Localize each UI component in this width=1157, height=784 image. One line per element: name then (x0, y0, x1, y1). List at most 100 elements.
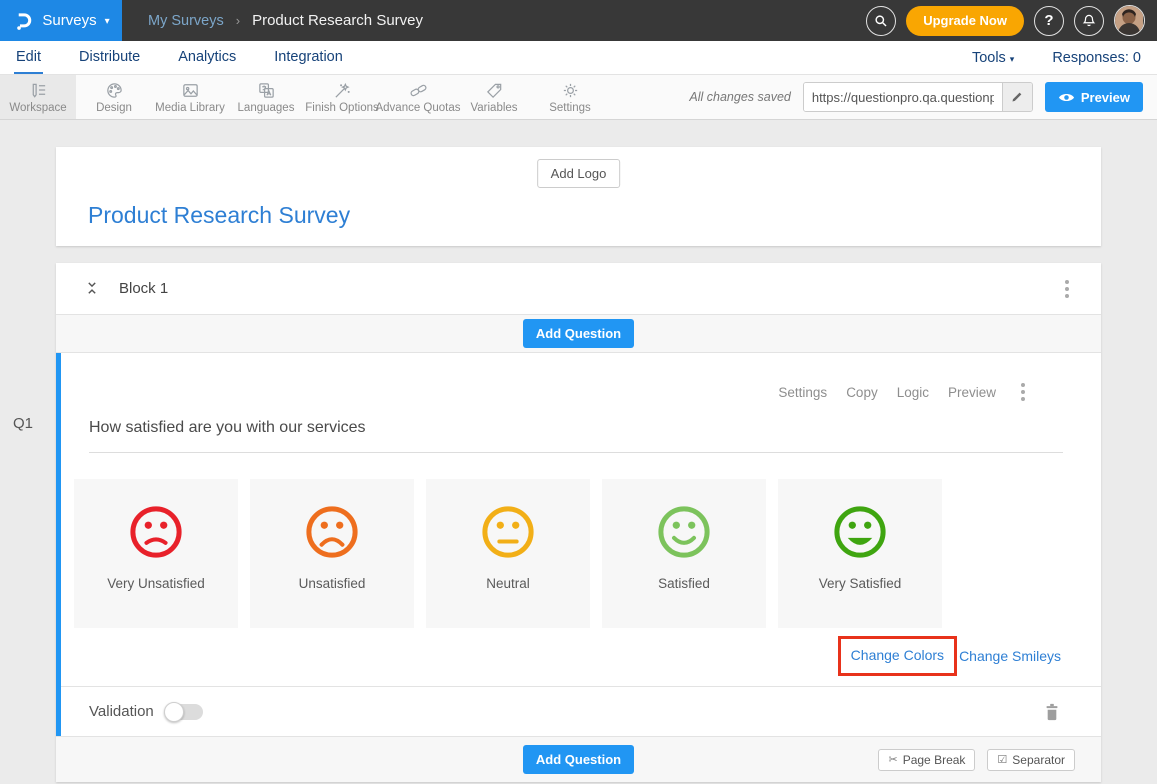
question-action-logic[interactable]: Logic (897, 385, 929, 400)
block-name[interactable]: Block 1 (119, 280, 168, 297)
page-break-button[interactable]: ✂ Page Break (878, 749, 975, 771)
question-actions: Settings Copy Logic Preview (61, 353, 1101, 405)
delete-question-button[interactable] (1043, 702, 1061, 722)
eye-icon (1058, 91, 1075, 104)
smiley-option-neutral[interactable]: Neutral (426, 479, 590, 628)
image-icon (181, 81, 200, 100)
tab-integration[interactable]: Integration (272, 41, 345, 74)
question-number: Q1 (13, 415, 33, 432)
add-logo-button[interactable]: Add Logo (537, 159, 621, 188)
avatar-image (1115, 6, 1143, 34)
bell-icon (1081, 13, 1097, 29)
survey-url-box (803, 82, 1033, 112)
app-label: Surveys (42, 12, 96, 29)
responses-count[interactable]: Responses: 0 (1052, 50, 1141, 66)
smiley-option-satisfied[interactable]: Satisfied (602, 479, 766, 628)
toolbar-item-media-library[interactable]: Media Library (152, 75, 228, 119)
question-title[interactable]: How satisfied are you with our services (89, 419, 1063, 453)
wand-icon (333, 81, 352, 100)
change-colors-link[interactable]: Change Colors (851, 647, 944, 663)
surveys-menu[interactable]: Surveys ▾ (0, 0, 122, 41)
trash-icon (1043, 702, 1061, 722)
editor-toolbar: WorkspaceDesignMedia LibraryLanguagesFin… (0, 75, 1157, 120)
workspace-icon (29, 81, 48, 100)
smiley-icon (303, 503, 361, 566)
scissors-icon: ✂ (888, 753, 897, 766)
smiley-icon (127, 503, 185, 566)
chain-icon (409, 81, 428, 100)
smiley-links-row: Change Colors Change Smileys (61, 636, 1061, 676)
question-action-settings[interactable]: Settings (778, 385, 827, 400)
breadcrumb-my-surveys[interactable]: My Surveys (148, 13, 224, 29)
gear-icon (561, 81, 580, 100)
toolbar-item-advance-quotas[interactable]: Advance Quotas (380, 75, 456, 119)
toolbar-item-workspace[interactable]: Workspace (0, 75, 76, 119)
page-title: Product Research Survey (252, 12, 423, 29)
question-action-preview[interactable]: Preview (948, 385, 996, 400)
question-card: Q1 SettingsCopyLogicPreview How satisfie… (56, 353, 1101, 736)
user-avatar[interactable] (1114, 5, 1145, 36)
toolbar-item-design[interactable]: Design (76, 75, 152, 119)
search-icon (873, 13, 889, 29)
upgrade-now-button[interactable]: Upgrade Now (906, 6, 1024, 36)
change-smileys-link[interactable]: Change Smileys (959, 648, 1061, 664)
tab-edit[interactable]: Edit (14, 41, 43, 74)
smiley-option-label: Satisfied (658, 576, 710, 591)
translate-icon (257, 81, 276, 100)
pencil-icon (1010, 90, 1024, 104)
tag-icon (485, 81, 504, 100)
smiley-option-label: Neutral (486, 576, 530, 591)
tab-distribute[interactable]: Distribute (77, 41, 142, 74)
block-header: Block 1 (56, 263, 1101, 315)
toolbar-item-settings[interactable]: Settings (532, 75, 608, 119)
smiley-option-very-unsatisfied[interactable]: Very Unsatisfied (74, 479, 238, 628)
add-question-button-top[interactable]: Add Question (523, 319, 634, 348)
smiley-option-label: Unsatisfied (299, 576, 366, 591)
tools-menu[interactable]: Tools▾ (972, 50, 1014, 66)
smiley-icon (479, 503, 537, 566)
question-menu-button[interactable] (1017, 379, 1029, 405)
toolbar-item-languages[interactable]: Languages (228, 75, 304, 119)
block-menu-button[interactable] (1061, 276, 1073, 302)
validation-label: Validation (89, 703, 154, 720)
tab-analytics[interactable]: Analytics (176, 41, 238, 74)
annotation-highlight-box: Change Colors (838, 636, 957, 676)
breadcrumb-chevron-icon: › (236, 13, 240, 28)
preview-button[interactable]: Preview (1045, 82, 1143, 112)
question-action-copy[interactable]: Copy (846, 385, 878, 400)
smiley-option-very-satisfied[interactable]: Very Satisfied (778, 479, 942, 628)
block-card: Block 1 Add Question Q1 SettingsCopyLogi… (56, 263, 1101, 782)
add-question-row-bottom: Add Question ✂ Page Break ☑ Separator (56, 736, 1101, 782)
add-question-row-top: Add Question (56, 315, 1101, 353)
toolbar-item-variables[interactable]: Variables (456, 75, 532, 119)
breadcrumb: My Surveys › Product Research Survey (148, 12, 423, 29)
toolbar-items: WorkspaceDesignMedia LibraryLanguagesFin… (0, 75, 608, 119)
questionpro-logo-icon (12, 10, 34, 32)
smiley-option-unsatisfied[interactable]: Unsatisfied (250, 479, 414, 628)
autosave-status: All changes saved (689, 90, 790, 104)
toolbar-item-finish-options[interactable]: Finish Options (304, 75, 380, 119)
help-button[interactable]: ? (1034, 6, 1064, 36)
survey-header-card: Add Logo Product Research Survey (56, 147, 1101, 246)
section-nav: Edit Distribute Analytics Integration Tools… (0, 41, 1157, 75)
smiley-option-label: Very Satisfied (819, 576, 902, 591)
smiley-option-label: Very Unsatisfied (107, 576, 205, 591)
separator-button[interactable]: ☑ Separator (987, 749, 1075, 771)
palette-icon (105, 81, 124, 100)
notifications-button[interactable] (1074, 6, 1104, 36)
smiley-icon (831, 503, 889, 566)
chevron-down-icon: ▾ (1010, 54, 1015, 64)
edit-url-button[interactable] (1002, 83, 1032, 111)
collapse-block-icon[interactable] (84, 280, 100, 297)
survey-url-input[interactable] (804, 83, 1002, 111)
search-button[interactable] (866, 6, 896, 36)
validation-row: Validation (61, 686, 1101, 736)
chevron-down-icon: ▾ (105, 16, 110, 27)
add-question-button-bottom[interactable]: Add Question (523, 745, 634, 774)
section-tabs: Edit Distribute Analytics Integration (0, 41, 379, 74)
top-header: Surveys ▾ My Surveys › Product Research … (0, 0, 1157, 41)
question-mark-icon: ? (1044, 12, 1053, 29)
checkbox-icon: ☑ (997, 753, 1007, 766)
validation-toggle[interactable] (166, 704, 203, 720)
smiley-options: Very Unsatisfied Unsatisfied Neutral Satisf… (74, 479, 1101, 628)
